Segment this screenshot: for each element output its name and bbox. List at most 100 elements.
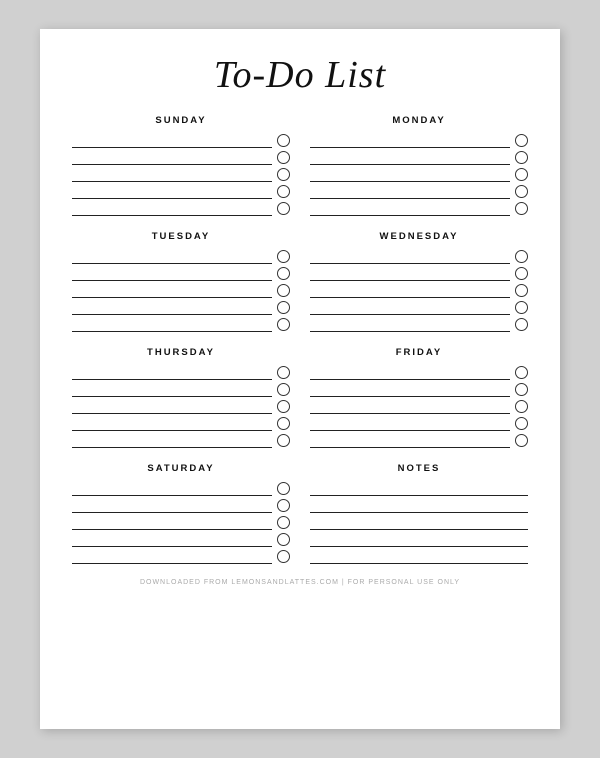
todo-row <box>72 316 290 332</box>
todo-checkbox[interactable] <box>515 168 528 181</box>
todo-line <box>72 316 272 332</box>
todo-checkbox[interactable] <box>515 417 528 430</box>
todo-checkbox[interactable] <box>515 318 528 331</box>
day-section-thursday: THURSDAY <box>72 347 290 449</box>
todo-checkbox[interactable] <box>277 202 290 215</box>
todo-line <box>310 480 528 496</box>
todo-row <box>72 183 290 199</box>
todo-line <box>72 398 272 414</box>
todo-line <box>72 166 272 182</box>
day-label-thursday: THURSDAY <box>72 347 290 358</box>
todo-row <box>72 415 290 431</box>
todo-line <box>72 282 272 298</box>
todo-row <box>310 149 528 165</box>
todo-row <box>310 381 528 397</box>
days-grid: SUNDAYMONDAYTUESDAYWEDNESDAYTHURSDAYFRID… <box>72 115 528 565</box>
todo-line <box>72 480 272 496</box>
todo-line <box>310 381 510 397</box>
todo-row <box>72 497 290 513</box>
todo-checkbox[interactable] <box>515 151 528 164</box>
todo-row <box>310 415 528 431</box>
todo-row <box>72 364 290 380</box>
todo-checkbox[interactable] <box>277 550 290 563</box>
todo-line <box>310 415 510 431</box>
todo-checkbox[interactable] <box>515 301 528 314</box>
todo-line <box>310 398 510 414</box>
todo-line <box>72 183 272 199</box>
todo-row <box>310 282 528 298</box>
todo-checkbox[interactable] <box>277 168 290 181</box>
todo-row <box>310 364 528 380</box>
todo-rows-saturday <box>72 480 290 565</box>
todo-row <box>310 316 528 332</box>
todo-rows-friday <box>310 364 528 449</box>
todo-checkbox[interactable] <box>277 383 290 396</box>
todo-checkbox[interactable] <box>277 301 290 314</box>
todo-checkbox[interactable] <box>277 400 290 413</box>
todo-line <box>310 149 510 165</box>
todo-line <box>72 132 272 148</box>
todo-rows-sunday <box>72 132 290 217</box>
todo-line <box>72 381 272 397</box>
todo-checkbox[interactable] <box>277 417 290 430</box>
todo-checkbox[interactable] <box>515 202 528 215</box>
todo-rows-monday <box>310 132 528 217</box>
todo-rows-notes <box>310 480 528 565</box>
todo-checkbox[interactable] <box>515 366 528 379</box>
todo-line <box>310 364 510 380</box>
todo-line <box>72 548 272 564</box>
todo-checkbox[interactable] <box>277 366 290 379</box>
todo-checkbox[interactable] <box>277 250 290 263</box>
todo-line <box>72 432 272 448</box>
todo-line <box>310 265 510 281</box>
todo-checkbox[interactable] <box>277 284 290 297</box>
todo-checkbox[interactable] <box>277 185 290 198</box>
todo-checkbox[interactable] <box>515 434 528 447</box>
todo-checkbox[interactable] <box>515 267 528 280</box>
todo-checkbox[interactable] <box>277 434 290 447</box>
todo-row <box>72 299 290 315</box>
todo-row <box>310 398 528 414</box>
todo-row <box>310 132 528 148</box>
todo-row <box>310 548 528 564</box>
todo-checkbox[interactable] <box>515 134 528 147</box>
todo-row <box>310 531 528 547</box>
todo-checkbox[interactable] <box>515 250 528 263</box>
todo-checkbox[interactable] <box>277 482 290 495</box>
day-label-notes: NOTES <box>310 463 528 474</box>
day-section-notes: NOTES <box>310 463 528 565</box>
todo-line <box>310 548 528 564</box>
day-section-monday: MONDAY <box>310 115 528 217</box>
todo-checkbox[interactable] <box>515 185 528 198</box>
todo-row <box>310 480 528 496</box>
day-section-friday: FRIDAY <box>310 347 528 449</box>
todo-checkbox[interactable] <box>515 383 528 396</box>
todo-row <box>72 149 290 165</box>
day-label-sunday: SUNDAY <box>72 115 290 126</box>
todo-row <box>72 381 290 397</box>
todo-line <box>310 514 528 530</box>
todo-checkbox[interactable] <box>277 318 290 331</box>
todo-checkbox[interactable] <box>515 400 528 413</box>
todo-checkbox[interactable] <box>515 284 528 297</box>
todo-line <box>72 497 272 513</box>
todo-line <box>72 299 272 315</box>
todo-checkbox[interactable] <box>277 533 290 546</box>
todo-checkbox[interactable] <box>277 499 290 512</box>
day-label-friday: FRIDAY <box>310 347 528 358</box>
todo-rows-wednesday <box>310 248 528 333</box>
todo-line <box>310 183 510 199</box>
todo-checkbox[interactable] <box>277 134 290 147</box>
todo-row <box>72 432 290 448</box>
todo-line <box>72 248 272 264</box>
todo-row <box>72 514 290 530</box>
todo-checkbox[interactable] <box>277 267 290 280</box>
todo-row <box>72 132 290 148</box>
todo-line <box>310 282 510 298</box>
todo-row <box>310 200 528 216</box>
day-label-tuesday: TUESDAY <box>72 231 290 242</box>
todo-checkbox[interactable] <box>277 516 290 529</box>
todo-checkbox[interactable] <box>277 151 290 164</box>
day-section-tuesday: TUESDAY <box>72 231 290 333</box>
todo-row <box>72 480 290 496</box>
